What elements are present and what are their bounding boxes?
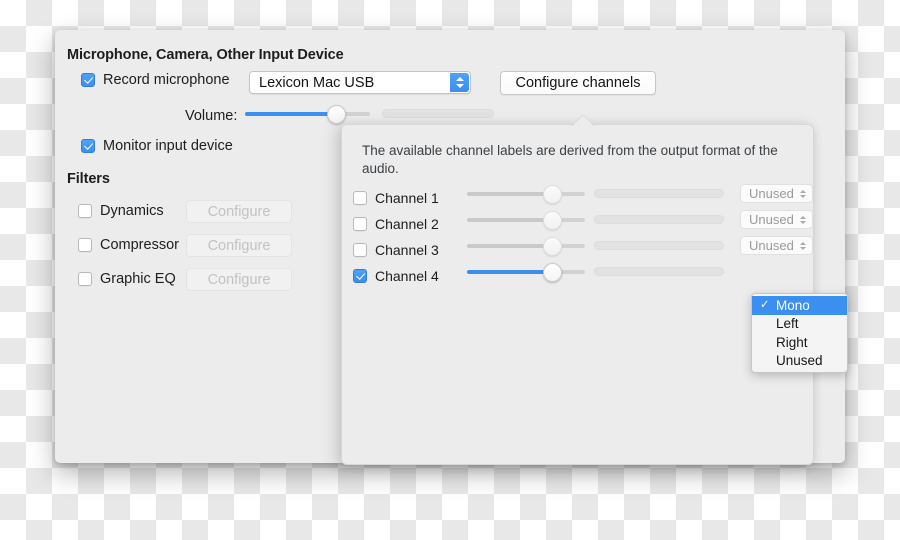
channel-4-label: Channel 4 bbox=[375, 268, 439, 284]
channel-1-checkbox[interactable] bbox=[353, 191, 367, 205]
channel-2-level-meter bbox=[594, 215, 724, 224]
channel-2-label: Channel 2 bbox=[375, 216, 439, 232]
filter-graphic-eq-configure-button[interactable]: Configure bbox=[186, 268, 292, 291]
channel-3-level-meter bbox=[594, 241, 724, 250]
channel-2-slider-fill bbox=[467, 218, 552, 222]
volume-slider-knob[interactable] bbox=[326, 105, 346, 124]
record-microphone-row[interactable]: Record microphone bbox=[81, 72, 230, 88]
configure-channels-button[interactable]: Configure channels bbox=[500, 71, 656, 95]
menu-item-unused[interactable]: Unused bbox=[752, 352, 847, 371]
filter-dynamics-configure-button[interactable]: Configure bbox=[186, 200, 292, 223]
channel-4-slider-knob[interactable] bbox=[543, 263, 563, 282]
channel-4-level-meter bbox=[594, 267, 724, 276]
input-device-section-title: Microphone, Camera, Other Input Device bbox=[67, 47, 344, 63]
volume-slider-fill bbox=[245, 112, 335, 116]
chevron-updown-icon bbox=[800, 241, 806, 250]
channel-3-slider-fill bbox=[467, 244, 552, 248]
filter-graphic-eq-label: Graphic EQ bbox=[100, 271, 176, 287]
popover-description: The available channel labels are derived… bbox=[362, 143, 778, 176]
channel-3-label: Channel 3 bbox=[375, 242, 439, 258]
channel-4-gain-slider[interactable] bbox=[467, 263, 585, 282]
filter-dynamics-label: Dynamics bbox=[100, 203, 164, 219]
channel-3-assignment-value: Unused bbox=[749, 238, 794, 253]
popover-arrow bbox=[570, 114, 596, 126]
input-device-popup-button[interactable]: Lexicon Mac USB bbox=[249, 71, 471, 94]
monitor-input-device-label: Monitor input device bbox=[103, 138, 233, 154]
channel-1-gain-slider[interactable] bbox=[467, 185, 585, 204]
channel-2-assignment-popup[interactable]: Unused bbox=[740, 210, 813, 229]
monitor-input-device-row[interactable]: Monitor input device bbox=[81, 138, 233, 154]
chevron-updown-icon bbox=[800, 189, 806, 198]
channel-3-slider-knob[interactable] bbox=[543, 237, 563, 256]
menu-item-left-label: Left bbox=[776, 316, 799, 332]
channel-4-assignment-menu[interactable]: ✓ Mono Left Right Unused bbox=[751, 293, 848, 373]
channel-1-label: Channel 1 bbox=[375, 190, 439, 206]
checkmark-icon: ✓ bbox=[760, 298, 770, 311]
filter-compressor-configure-button[interactable]: Configure bbox=[186, 234, 292, 257]
channel-2-slider-knob[interactable] bbox=[543, 211, 563, 230]
volume-slider[interactable] bbox=[245, 105, 370, 124]
filter-dynamics-checkbox[interactable] bbox=[78, 204, 92, 218]
channel-2-checkbox[interactable] bbox=[353, 217, 367, 231]
monitor-input-device-checkbox[interactable] bbox=[81, 139, 95, 153]
menu-item-mono-label: Mono bbox=[776, 297, 810, 313]
menu-item-left[interactable]: Left bbox=[752, 315, 847, 334]
channel-2-assignment-value: Unused bbox=[749, 212, 794, 227]
channel-1-slider-fill bbox=[467, 192, 552, 196]
menu-item-right[interactable]: Right bbox=[752, 333, 847, 352]
channel-4-checkbox[interactable] bbox=[353, 269, 367, 283]
menu-item-unused-label: Unused bbox=[776, 353, 823, 369]
channel-3-assignment-popup[interactable]: Unused bbox=[740, 236, 813, 255]
channel-1-assignment-value: Unused bbox=[749, 186, 794, 201]
volume-label: Volume: bbox=[185, 108, 238, 124]
channel-4-slider-fill bbox=[467, 270, 552, 274]
channel-1-level-meter bbox=[594, 189, 724, 198]
filter-graphic-eq-checkbox[interactable] bbox=[78, 272, 92, 286]
volume-level-meter bbox=[382, 109, 494, 118]
channel-3-gain-slider[interactable] bbox=[467, 237, 585, 256]
channel-3-checkbox[interactable] bbox=[353, 243, 367, 257]
input-device-value: Lexicon Mac USB bbox=[259, 74, 375, 91]
settings-window: Microphone, Camera, Other Input Device R… bbox=[55, 30, 848, 465]
filter-compressor-row[interactable]: Compressor bbox=[78, 237, 179, 253]
menu-item-right-label: Right bbox=[776, 334, 808, 350]
filter-graphic-eq-row[interactable]: Graphic EQ bbox=[78, 271, 176, 287]
record-microphone-label: Record microphone bbox=[103, 72, 230, 88]
channel-configuration-popover: The available channel labels are derived… bbox=[341, 124, 848, 465]
filter-compressor-label: Compressor bbox=[100, 237, 179, 253]
filters-section-title: Filters bbox=[67, 171, 110, 187]
chevron-updown-icon bbox=[450, 73, 469, 92]
channel-1-slider-knob[interactable] bbox=[543, 185, 563, 204]
chevron-updown-icon bbox=[800, 215, 806, 224]
filter-compressor-checkbox[interactable] bbox=[78, 238, 92, 252]
channel-2-gain-slider[interactable] bbox=[467, 211, 585, 230]
channel-1-assignment-popup[interactable]: Unused bbox=[740, 184, 813, 203]
filter-dynamics-row[interactable]: Dynamics bbox=[78, 203, 164, 219]
record-microphone-checkbox[interactable] bbox=[81, 73, 95, 87]
menu-item-mono[interactable]: ✓ Mono bbox=[752, 296, 847, 315]
